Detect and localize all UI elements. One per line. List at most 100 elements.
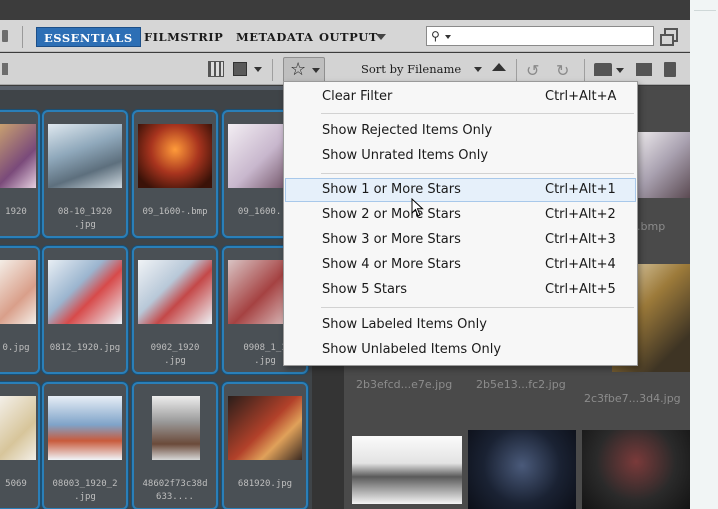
menu-separator	[321, 307, 634, 308]
menu-item-label: Show 4 or More Stars	[322, 257, 461, 272]
menu-item-shortcut: Ctrl+Alt+4	[545, 257, 616, 272]
thumbnail-cell[interactable]: 48602f73c38d 633....	[132, 382, 218, 509]
open-recent-folder-icon[interactable]	[594, 63, 612, 76]
thumbnail-image	[0, 124, 36, 188]
thumbnail-image	[152, 396, 200, 460]
thumbnail-caption: 1920	[5, 207, 27, 217]
thumbnail-image	[138, 260, 212, 324]
thumbnail-cell[interactable]: 08003_1920_2 .jpg	[42, 382, 128, 509]
thumbnail-image	[228, 396, 302, 460]
menu-item-label: Show 1 or More Stars	[322, 182, 461, 197]
menu-item-clear-filter[interactable]: Clear Filter Ctrl+Alt+A	[285, 85, 636, 109]
menu-item-show-rejected[interactable]: Show Rejected Items Only	[285, 119, 636, 143]
divider	[694, 10, 716, 11]
thumbnail-image	[48, 396, 122, 460]
thumbnail-caption: 2b5e13...fc2.jpg	[476, 378, 566, 391]
thumbnail-image[interactable]	[468, 430, 576, 509]
rotate-left-icon[interactable]: ↺	[526, 61, 539, 80]
thumbnail-image	[138, 124, 212, 188]
search-input[interactable]: ⚲	[426, 26, 654, 46]
divider	[22, 26, 23, 48]
menu-item-show-labeled[interactable]: Show Labeled Items Only	[285, 313, 636, 337]
thumbnail-caption: 0902_1920 .jpg	[150, 343, 200, 366]
chevron-down-icon	[312, 68, 320, 73]
thumbnail-caption: 2c3fbe7...3d4.jpg	[584, 392, 681, 405]
thumbnail-caption: 48602f73c38d 633....	[142, 479, 208, 502]
thumbnail-quality-chevron-icon[interactable]	[254, 67, 262, 72]
mouse-cursor-icon	[411, 198, 424, 217]
thumbnail-caption: 09_1600-.bmp	[142, 207, 208, 217]
content-panel-left: 1920 08-10_1920 .jpg 09_1600-.bmp 09_160…	[0, 90, 312, 509]
thumbnail-cell[interactable]: 681920.jpg	[222, 382, 308, 509]
panel-grip-icon[interactable]	[2, 30, 8, 42]
trash-icon[interactable]	[664, 62, 676, 77]
thumbnail-image	[48, 260, 122, 324]
menu-item-show-unrated[interactable]: Show Unrated Items Only	[285, 144, 636, 168]
new-folder-icon[interactable]	[636, 63, 652, 76]
thumbnail-caption: 0812_1920.jpg	[49, 343, 121, 353]
thumbnail-caption: 0.jpg	[2, 343, 30, 353]
search-options-chevron-icon[interactable]	[445, 35, 451, 39]
workspace-menu-chevron-icon[interactable]	[376, 34, 386, 40]
menu-item-label: Show 5 Stars	[322, 282, 408, 297]
panel-grip-icon[interactable]	[2, 63, 8, 75]
thumbnail-image	[48, 124, 122, 188]
menu-item-show-unlabeled[interactable]: Show Unlabeled Items Only	[285, 338, 636, 362]
sort-chevron-down-icon[interactable]	[474, 67, 482, 72]
thumbnail-image[interactable]	[582, 430, 690, 509]
compact-mode-icon[interactable]	[660, 28, 678, 46]
sort-by-label[interactable]: Sort by Filename	[361, 62, 461, 76]
thumbnail-quality-icon[interactable]	[233, 62, 247, 76]
thumbnail-cell[interactable]: 08-10_1920 .jpg	[42, 110, 128, 238]
divider	[516, 59, 517, 81]
thumbnail-image	[0, 396, 36, 460]
thumbnail-caption: 08-10_1920 .jpg	[57, 207, 113, 230]
menu-item-show-2-stars[interactable]: Show 2 or More Stars Ctrl+Alt+2	[285, 203, 636, 227]
divider	[584, 59, 585, 81]
thumbnail-image	[0, 260, 36, 324]
menu-item-show-1-star[interactable]: Show 1 or More Stars Ctrl+Alt+1	[285, 178, 636, 202]
thumbnail-cell[interactable]: 5069	[0, 382, 40, 509]
thumbnail-cell[interactable]: 0902_1920 .jpg	[132, 246, 218, 374]
star-icon: ☆	[290, 59, 307, 80]
thumbnail-caption: 5069	[5, 479, 27, 489]
filter-menu: Clear Filter Ctrl+Alt+A Show Rejected It…	[283, 81, 638, 366]
thumbnail-cell[interactable]: 0812_1920.jpg	[42, 246, 128, 374]
menu-item-label: Clear Filter	[322, 89, 393, 104]
tab-output[interactable]: OUTPUT	[319, 27, 378, 47]
menu-item-shortcut: Ctrl+Alt+A	[545, 89, 617, 104]
desktop-background	[690, 0, 718, 509]
menu-item-label: Show Rejected Items Only	[322, 123, 493, 138]
search-icon[interactable]: ⚲	[431, 29, 440, 43]
recent-folder-chevron-icon[interactable]	[616, 68, 624, 73]
thumbnail-image[interactable]	[352, 436, 462, 504]
thumbnail-image[interactable]	[634, 132, 690, 198]
menu-item-shortcut: Ctrl+Alt+3	[545, 232, 616, 247]
menu-item-show-3-stars[interactable]: Show 3 or More Stars Ctrl+Alt+3	[285, 228, 636, 252]
menu-separator	[321, 173, 634, 174]
menu-item-label: Show 3 or More Stars	[322, 232, 461, 247]
divider	[272, 59, 273, 81]
thumbnail-caption: 681920.jpg	[237, 479, 293, 489]
thumbnail-cell[interactable]: 1920	[0, 110, 40, 238]
tab-essentials[interactable]: ESSENTIALS	[36, 27, 141, 47]
thumbnail-caption: 08003_1920_2 .jpg	[52, 479, 118, 502]
thumbnail-cell[interactable]: 09_1600-.bmp	[132, 110, 218, 238]
menu-separator	[321, 113, 634, 114]
menu-item-shortcut: Ctrl+Alt+5	[545, 282, 616, 297]
menu-item-show-4-stars[interactable]: Show 4 or More Stars Ctrl+Alt+4	[285, 253, 636, 277]
filter-rating-button[interactable]: ☆	[283, 57, 325, 83]
menu-item-label: Show 2 or More Stars	[322, 207, 461, 222]
sort-ascending-icon[interactable]	[492, 63, 506, 71]
workspace-bar: ESSENTIALS FILMSTRIP METADATA OUTPUT ⚲	[0, 20, 690, 52]
grid-view-icon[interactable]	[208, 61, 224, 77]
menu-item-label: Show Unlabeled Items Only	[322, 342, 502, 357]
tab-metadata[interactable]: METADATA	[236, 27, 313, 47]
menu-item-show-5-stars[interactable]: Show 5 Stars Ctrl+Alt+5	[285, 278, 636, 302]
tab-filmstrip[interactable]: FILMSTRIP	[144, 27, 223, 47]
rotate-right-icon[interactable]: ↻	[556, 61, 569, 80]
bridge-window: ESSENTIALS FILMSTRIP METADATA OUTPUT ⚲ ☆…	[0, 0, 690, 509]
menu-item-label: Show Unrated Items Only	[322, 148, 489, 163]
thumbnail-cell[interactable]: 0.jpg	[0, 246, 40, 374]
menu-item-shortcut: Ctrl+Alt+2	[545, 207, 616, 222]
